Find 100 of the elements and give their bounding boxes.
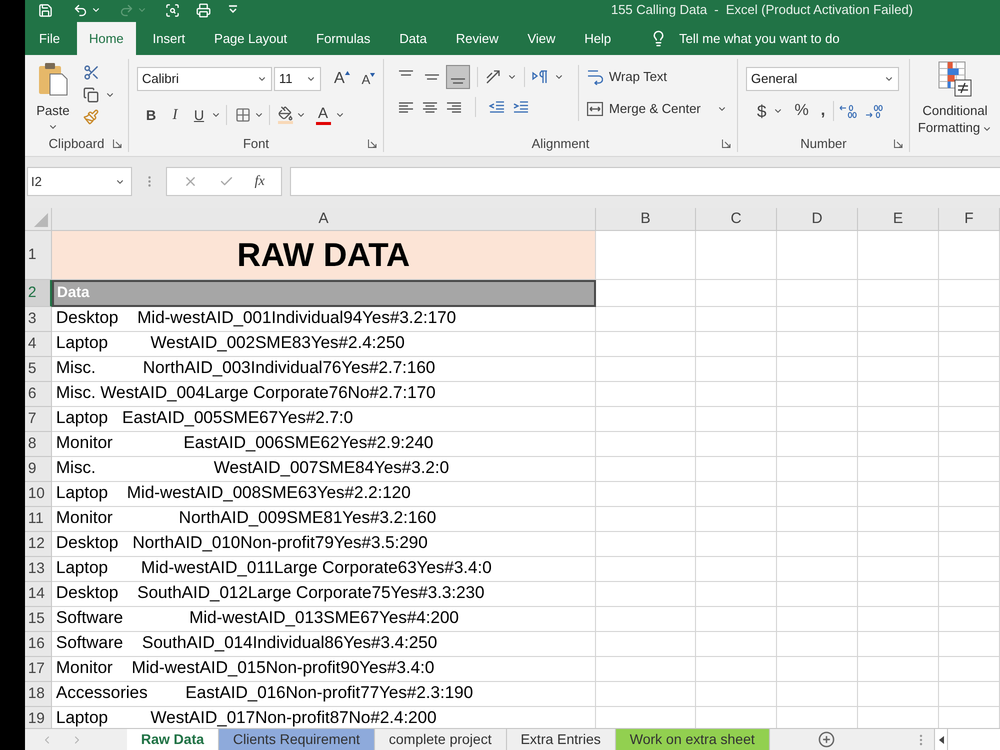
vertical-align-button[interactable]: [446, 65, 470, 89]
ribbon-tab[interactable]: Review: [444, 22, 510, 55]
merge-center-button[interactable]: Merge & Center: [587, 97, 727, 121]
customize-caret-icon[interactable]: [229, 5, 237, 15]
row-header[interactable]: 16: [25, 632, 52, 657]
save-icon[interactable]: [38, 2, 53, 18]
header-cell: Data: [52, 280, 596, 307]
column-header[interactable]: D: [777, 208, 858, 231]
ribbon-tab[interactable]: Data: [387, 22, 439, 55]
table-cell: Misc. WestAID_007SME84Yes#3.2:0: [56, 458, 450, 478]
row-header[interactable]: 12: [25, 532, 52, 557]
row-header[interactable]: 6: [25, 382, 52, 407]
column-header[interactable]: F: [939, 208, 1000, 231]
name-box[interactable]: I2: [27, 167, 132, 196]
column-header[interactable]: A: [52, 208, 596, 231]
row-header[interactable]: 15: [25, 607, 52, 632]
font-size-field[interactable]: 11: [274, 67, 321, 91]
italic-button[interactable]: I: [163, 103, 187, 127]
bold-button[interactable]: B: [139, 103, 163, 127]
paintbrush-icon[interactable]: [83, 109, 99, 125]
comma-button[interactable]: ,: [818, 103, 828, 119]
ribbon-tab[interactable]: Insert: [140, 22, 198, 55]
borders-icon[interactable]: [235, 107, 251, 123]
align-left-icon[interactable]: [398, 102, 414, 112]
align-center-icon[interactable]: [422, 102, 438, 112]
middle-align-icon[interactable]: [425, 74, 439, 80]
shrink-font-button[interactable]: A: [358, 72, 378, 86]
wrap-text-button[interactable]: Wrap Text: [587, 65, 727, 89]
insert-function-button[interactable]: fx: [254, 171, 265, 192]
dialog-launcher-icon[interactable]: [722, 139, 731, 148]
formula-input[interactable]: [290, 167, 1000, 196]
row-header[interactable]: 18: [25, 682, 52, 707]
sheet-tab[interactable]: Raw Data: [127, 729, 220, 750]
printer-icon[interactable]: [196, 2, 211, 18]
row-header[interactable]: 10: [25, 482, 52, 507]
increase-indent-icon[interactable]: [513, 101, 529, 113]
table-cell: Software Mid-westAID_013SME67Yes#4:200: [56, 608, 459, 628]
paint-bucket-icon[interactable]: [278, 106, 293, 124]
grow-font-button[interactable]: A: [331, 71, 353, 87]
angled-text-icon[interactable]: [485, 69, 501, 85]
row-header[interactable]: 9: [25, 457, 52, 482]
font-name-field[interactable]: Calibri: [137, 67, 272, 91]
currency-button[interactable]: $: [754, 102, 770, 120]
paste-button[interactable]: Paste: [31, 62, 75, 132]
number-format-field[interactable]: General: [746, 67, 899, 91]
ribbon-tab[interactable]: Page Layout: [202, 22, 300, 55]
triangle-down-icon[interactable]: [370, 72, 376, 76]
sheet-tab[interactable]: Work on extra sheet: [616, 729, 770, 750]
conditional-formatting-icon[interactable]: [938, 61, 972, 97]
row-header[interactable]: 5: [25, 357, 52, 382]
ribbon-tab[interactable]: View: [515, 22, 568, 55]
column-header[interactable]: E: [858, 208, 939, 231]
top-align-icon[interactable]: [399, 70, 413, 76]
dialog-launcher-icon[interactable]: [894, 139, 903, 148]
ribbon-tab[interactable]: File: [27, 22, 72, 55]
row-header[interactable]: 14: [25, 582, 52, 607]
row-header[interactable]: 2: [25, 280, 52, 307]
scroll-left-icon[interactable]: [938, 736, 944, 744]
row-header[interactable]: 13: [25, 557, 52, 582]
scissors-icon[interactable]: [83, 64, 100, 81]
bottom-align-icon[interactable]: [451, 78, 465, 84]
row-header[interactable]: 17: [25, 657, 52, 682]
dialog-launcher-icon[interactable]: [368, 139, 377, 148]
paragraph-direction-icon[interactable]: [532, 69, 548, 85]
decrease-indent-icon[interactable]: [489, 101, 505, 113]
conditional-formatting-button[interactable]: Conditional Formatting: [912, 61, 998, 136]
row-header[interactable]: 11: [25, 507, 52, 532]
add-sheet-icon[interactable]: [818, 731, 835, 748]
row-header[interactable]: 3: [25, 307, 52, 332]
row-header[interactable]: 7: [25, 407, 52, 432]
dots-icon[interactable]: [148, 176, 151, 187]
window-title: 155 Calling Data - Excel (Product Activation Failed): [610, 1, 913, 20]
decimal-arrow-icon[interactable]: [839, 104, 858, 118]
ribbon-tab[interactable]: Formulas: [304, 22, 382, 55]
horizontal-scrollbar[interactable]: [948, 729, 1000, 750]
wrap-text-icon[interactable]: [587, 69, 603, 85]
undo-icon[interactable]: [73, 2, 88, 18]
font-color-button[interactable]: A: [314, 106, 332, 124]
percent-button[interactable]: %: [791, 103, 812, 119]
ribbon-tab[interactable]: Home: [76, 22, 136, 55]
column-header[interactable]: C: [696, 208, 777, 231]
triangle-up-icon[interactable]: [344, 71, 350, 75]
decimal-arrow-icon[interactable]: [865, 104, 884, 118]
dialog-launcher-icon[interactable]: [113, 139, 122, 148]
row-header[interactable]: 4: [25, 332, 52, 357]
print-preview-icon[interactable]: [165, 2, 180, 18]
row-header[interactable]: 8: [25, 432, 52, 457]
sheet-tab[interactable]: Clients Requirement: [219, 729, 375, 750]
row-header[interactable]: 1: [25, 231, 52, 280]
underline-button[interactable]: U: [187, 103, 211, 127]
clipboard-icon[interactable]: [38, 62, 68, 96]
row-header[interactable]: 19: [25, 707, 52, 728]
table-cell: Desktop NorthAID_010Non-profit79Yes#3.5:290: [56, 533, 428, 553]
ribbon-tab[interactable]: Help: [572, 22, 624, 55]
merge-cells-icon[interactable]: [587, 102, 603, 116]
align-right-icon[interactable]: [446, 102, 462, 112]
column-header[interactable]: B: [596, 208, 696, 231]
sheet-tab[interactable]: complete project: [374, 729, 507, 750]
tell-me-field[interactable]: Tell me what you want to do: [679, 28, 840, 48]
copy-icon[interactable]: [83, 87, 99, 103]
